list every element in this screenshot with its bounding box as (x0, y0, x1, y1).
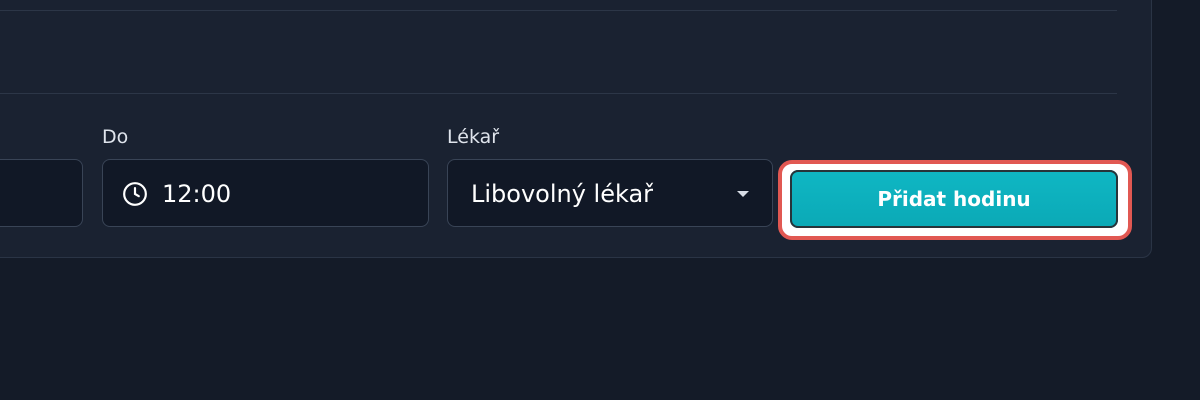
divider (0, 93, 1117, 94)
from-time-input[interactable] (0, 159, 83, 227)
caret-down-icon (737, 191, 749, 197)
doctor-label: Lékař (447, 126, 500, 148)
to-time-input[interactable]: 12:00 (102, 159, 429, 227)
doctor-select[interactable]: Libovolný lékař (447, 159, 773, 227)
to-time-value: 12:00 (162, 180, 232, 208)
clock-icon (123, 182, 147, 206)
doctor-select-value: Libovolný lékař (471, 180, 654, 208)
add-hour-button[interactable]: Přidat hodinu (790, 170, 1118, 228)
to-label: Do (102, 126, 129, 148)
divider (0, 10, 1117, 11)
